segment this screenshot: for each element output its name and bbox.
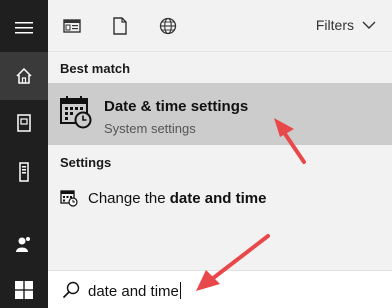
windows-logo-icon[interactable] — [0, 266, 48, 308]
home-icon[interactable] — [0, 52, 48, 100]
filter-bar: Filters — [48, 0, 392, 52]
search-input-value: date and time — [88, 283, 179, 300]
settings-item-label: Change the date and time — [88, 190, 266, 207]
settings-heading: Settings — [60, 155, 112, 170]
best-match-result[interactable]: Date & time settings System settings — [48, 83, 392, 145]
best-match-title: Date & time settings — [104, 98, 249, 115]
best-match-subtitle: System settings — [104, 121, 196, 136]
settings-item-label-prefix: Change the — [88, 190, 170, 207]
taskbar-rail — [0, 0, 48, 308]
filters-label: Filters — [315, 17, 354, 33]
calendar-clock-icon — [60, 190, 78, 207]
chevron-down-icon — [362, 21, 376, 29]
settings-item-change-date-time[interactable]: Change the date and time — [48, 183, 392, 213]
apps-filter-icon[interactable] — [60, 14, 84, 38]
web-filter-icon[interactable] — [156, 14, 180, 38]
text-caret — [179, 282, 181, 299]
search-box[interactable]: date and time — [48, 270, 392, 308]
calendar-clock-icon — [60, 96, 92, 129]
people-icon[interactable] — [0, 220, 48, 268]
hamburger-menu-icon[interactable] — [0, 4, 48, 52]
settings-item-label-bold: date and time — [169, 190, 267, 207]
tower-icon[interactable] — [0, 148, 48, 196]
search-icon — [62, 281, 80, 299]
notebook-icon[interactable] — [0, 99, 48, 147]
best-match-heading: Best match — [60, 61, 131, 76]
filters-dropdown[interactable]: Filters — [316, 17, 376, 33]
documents-filter-icon[interactable] — [108, 14, 132, 38]
search-input[interactable]: date and time — [88, 282, 181, 300]
